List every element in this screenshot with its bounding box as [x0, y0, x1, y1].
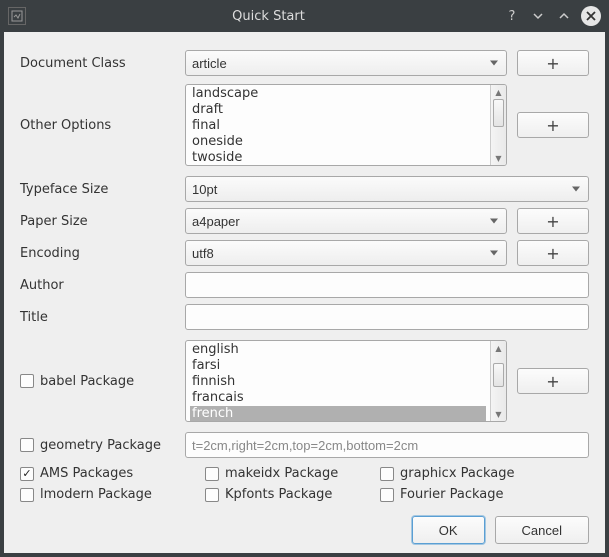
lmodern-label: lmodern Package: [40, 487, 152, 502]
typeface-size-combo[interactable]: 10pt: [185, 176, 589, 202]
title-label: Title: [20, 310, 185, 325]
dialog-body: Document Class article + Other Options l…: [4, 32, 605, 553]
geometry-package-row: geometry Package: [20, 438, 185, 453]
kpfonts-package-row[interactable]: Kpfonts Package: [205, 487, 360, 502]
babel-package-row: babel Package: [20, 374, 185, 389]
list-item[interactable]: landscape: [190, 86, 486, 102]
geometry-checkbox[interactable]: [20, 438, 34, 452]
ams-checkbox[interactable]: [20, 467, 34, 481]
titlebar: Quick Start ?: [0, 0, 609, 32]
scrollbar[interactable]: ▲ ▼: [490, 85, 506, 165]
cancel-button[interactable]: Cancel: [495, 516, 589, 544]
graphicx-checkbox[interactable]: [380, 467, 394, 481]
makeidx-checkbox[interactable]: [205, 467, 219, 481]
encoding-combo[interactable]: utf8: [185, 240, 507, 266]
makeidx-label: makeidx Package: [225, 466, 338, 481]
author-input[interactable]: [185, 272, 589, 298]
fourier-checkbox[interactable]: [380, 488, 394, 502]
list-item[interactable]: finnish: [190, 374, 486, 390]
makeidx-package-row[interactable]: makeidx Package: [205, 466, 360, 481]
list-item[interactable]: french: [190, 406, 486, 421]
ams-label: AMS Packages: [40, 466, 133, 481]
minimize-button[interactable]: [529, 7, 547, 25]
babel-language-list[interactable]: englishfarsifinnishfrancaisfrench ▲ ▼: [185, 340, 507, 422]
other-options-list[interactable]: landscapedraftfinalonesidetwoside ▲ ▼: [185, 84, 507, 166]
kpfonts-checkbox[interactable]: [205, 488, 219, 502]
encoding-label: Encoding: [20, 246, 185, 261]
scroll-up-icon[interactable]: ▲: [491, 341, 506, 355]
app-icon: [8, 7, 26, 25]
graphicx-label: graphicx Package: [400, 466, 515, 481]
scroll-up-icon[interactable]: ▲: [491, 85, 506, 99]
geometry-label: geometry Package: [40, 438, 161, 453]
title-input[interactable]: [185, 304, 589, 330]
other-options-add-button[interactable]: +: [517, 112, 589, 138]
author-label: Author: [20, 278, 185, 293]
paper-size-add-button[interactable]: +: [517, 208, 589, 234]
list-item[interactable]: final: [190, 118, 486, 134]
document-class-label: Document Class: [20, 56, 185, 71]
lmodern-package-row[interactable]: lmodern Package: [20, 487, 185, 502]
document-class-combo[interactable]: article: [185, 50, 507, 76]
maximize-button[interactable]: [555, 7, 573, 25]
window-title: Quick Start: [34, 9, 503, 24]
list-item[interactable]: draft: [190, 102, 486, 118]
babel-add-button[interactable]: +: [517, 368, 589, 394]
ams-packages-row[interactable]: AMS Packages: [20, 466, 185, 481]
list-item[interactable]: oneside: [190, 134, 486, 150]
lmodern-checkbox[interactable]: [20, 488, 34, 502]
list-item[interactable]: farsi: [190, 358, 486, 374]
close-button[interactable]: [581, 6, 601, 26]
babel-checkbox[interactable]: [20, 374, 34, 388]
list-item[interactable]: twoside: [190, 150, 486, 165]
kpfonts-label: Kpfonts Package: [225, 487, 332, 502]
paper-size-combo[interactable]: a4paper: [185, 208, 507, 234]
graphicx-package-row[interactable]: graphicx Package: [380, 466, 589, 481]
other-options-label: Other Options: [20, 118, 185, 133]
paper-size-label: Paper Size: [20, 214, 185, 229]
encoding-add-button[interactable]: +: [517, 240, 589, 266]
scroll-down-icon[interactable]: ▼: [491, 151, 506, 165]
ok-button[interactable]: OK: [412, 516, 485, 544]
document-class-add-button[interactable]: +: [517, 50, 589, 76]
babel-label: babel Package: [40, 374, 134, 389]
fourier-package-row[interactable]: Fourier Package: [380, 487, 589, 502]
list-item[interactable]: francais: [190, 390, 486, 406]
scroll-down-icon[interactable]: ▼: [491, 407, 506, 421]
list-item[interactable]: english: [190, 342, 486, 358]
help-button[interactable]: ?: [503, 7, 521, 25]
geometry-input[interactable]: [185, 432, 589, 458]
fourier-label: Fourier Package: [400, 487, 504, 502]
typeface-size-label: Typeface Size: [20, 182, 185, 197]
scrollbar[interactable]: ▲ ▼: [490, 341, 506, 421]
